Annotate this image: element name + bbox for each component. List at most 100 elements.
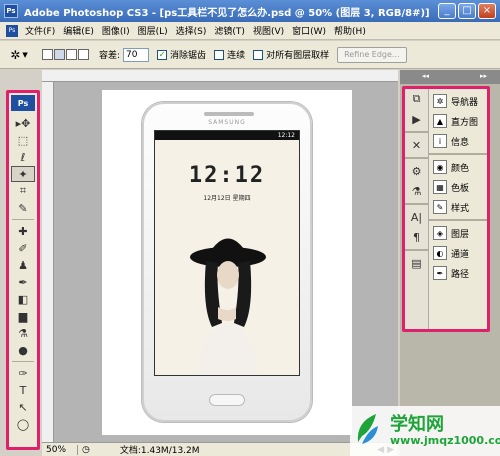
sample-all-layers-checkbox[interactable]: 对所有图层取样 bbox=[253, 48, 329, 61]
phone-brand-text: SAMSUNG bbox=[208, 119, 246, 126]
menu-help[interactable]: 帮助(H) bbox=[330, 24, 370, 37]
panel-group-navigator: ✲ 导航器 ▲ 直方图 i 信息 bbox=[429, 89, 487, 155]
tool-presets-panel-icon[interactable]: ✕ bbox=[405, 135, 428, 155]
panel-icon-strip: ⧉ ▶ ✕ ⚙ ⚗ A| ¶ ▤ bbox=[405, 89, 429, 329]
menu-edit[interactable]: 编辑(E) bbox=[59, 24, 98, 37]
menu-layer[interactable]: 图层(L) bbox=[134, 24, 172, 37]
path-selection-tool-icon[interactable]: ↖ bbox=[11, 399, 35, 415]
woman-in-hat-photo bbox=[190, 238, 266, 375]
navigator-panel-tab[interactable]: ✲ 导航器 bbox=[429, 91, 487, 111]
type-tool-icon[interactable]: T bbox=[11, 382, 35, 398]
sample-all-layers-label: 对所有图层取样 bbox=[266, 51, 330, 61]
panel-dock-header[interactable]: ◂◂ ▸▸ bbox=[400, 70, 500, 84]
menu-view[interactable]: 视图(V) bbox=[249, 24, 288, 37]
eraser-tool-icon[interactable]: ◧ bbox=[11, 291, 35, 307]
intersect-selection-button[interactable] bbox=[78, 49, 89, 60]
dodge-tool-icon[interactable]: ● bbox=[11, 342, 35, 358]
layers-icon: ◈ bbox=[433, 226, 447, 240]
zoom-level[interactable]: 50% bbox=[42, 444, 78, 455]
histogram-panel-tab[interactable]: ▲ 直方图 bbox=[429, 111, 487, 131]
color-panel-tab[interactable]: ◉ 颜色 bbox=[429, 157, 487, 177]
history-brush-tool-icon[interactable]: ✒ bbox=[11, 274, 35, 290]
photoshop-logo[interactable]: Ps bbox=[11, 95, 35, 111]
panel-group-layers: ◈ 图层 ◐ 通道 ✒ 路径 bbox=[429, 221, 487, 285]
character-panel-icon[interactable]: A| bbox=[405, 207, 428, 227]
dock-divider bbox=[405, 157, 428, 159]
brushes-panel-icon[interactable]: ⚙ bbox=[405, 161, 428, 181]
lasso-tool-icon[interactable]: ℓ bbox=[11, 149, 35, 165]
blur-tool-icon[interactable]: ⚗ bbox=[11, 325, 35, 341]
magic-wand-tool-preset[interactable]: ✲ ▼ bbox=[6, 45, 32, 65]
lockscreen-clock: 12:12 bbox=[188, 163, 266, 188]
magic-wand-tool-icon[interactable]: ✦ bbox=[11, 166, 35, 182]
brush-tool-icon[interactable]: ✐ bbox=[11, 240, 35, 256]
paths-icon: ✒ bbox=[433, 266, 447, 280]
antialias-checkbox[interactable]: ✓ 消除锯齿 bbox=[157, 48, 206, 61]
styles-panel-tab[interactable]: ✎ 样式 bbox=[429, 197, 487, 217]
swatches-panel-tab[interactable]: ▦ 色板 bbox=[429, 177, 487, 197]
toolbox-panel: Ps ▸✥ ⬚ ℓ ✦ ⌗ ✎ ✚ ✐ ♟ ✒ ◧ ▆ ⚗ ● ✑ T ↖ ◯ bbox=[6, 90, 40, 450]
paths-panel-tab[interactable]: ✒ 路径 bbox=[429, 263, 487, 283]
checkmark-icon: ✓ bbox=[157, 49, 168, 60]
clone-stamp-tool-icon[interactable]: ♟ bbox=[11, 257, 35, 273]
marquee-tool-icon[interactable]: ⬚ bbox=[11, 132, 35, 148]
menu-filter[interactable]: 滤镜(T) bbox=[210, 24, 249, 37]
navigator-icon: ✲ bbox=[433, 94, 447, 108]
menu-image[interactable]: 图像(I) bbox=[98, 24, 134, 37]
vertical-ruler[interactable] bbox=[42, 82, 54, 442]
add-to-selection-button[interactable] bbox=[54, 49, 65, 60]
phone-screen: 12:12 12:12 12月12日 星期四 bbox=[154, 130, 300, 376]
subtract-from-selection-button[interactable] bbox=[66, 49, 77, 60]
minimize-button[interactable]: _ bbox=[438, 3, 456, 19]
phone-speaker bbox=[204, 112, 254, 116]
status-info-icon[interactable]: ◷ bbox=[82, 445, 90, 455]
contiguous-checkbox[interactable]: 连续 bbox=[214, 48, 245, 61]
refine-edge-button[interactable]: Refine Edge... bbox=[337, 46, 407, 63]
eyedropper-tool-icon[interactable]: ✎ bbox=[11, 200, 35, 216]
styles-label: 样式 bbox=[451, 203, 470, 214]
window-controls: _ □ × bbox=[438, 3, 496, 19]
channels-icon: ◐ bbox=[433, 246, 447, 260]
canvas-workspace[interactable]: SAMSUNG 12:12 12:12 12月12日 星期四 bbox=[42, 70, 398, 442]
layer-comps-panel-icon[interactable]: ▤ bbox=[405, 253, 428, 273]
new-selection-button[interactable] bbox=[42, 49, 53, 60]
phone-home-button bbox=[209, 394, 245, 406]
channels-panel-tab[interactable]: ◐ 通道 bbox=[429, 243, 487, 263]
maximize-button[interactable]: □ bbox=[458, 3, 476, 19]
document-icon[interactable]: Ps bbox=[6, 24, 18, 37]
panel-dock: ⧉ ▶ ✕ ⚙ ⚗ A| ¶ ▤ ✲ 导航器 ▲ 直方图 i 信息 ◉ 颜色 ▦… bbox=[402, 86, 490, 332]
info-label: 信息 bbox=[451, 137, 470, 148]
status-bar: 50% ◷ 文档:1.43M/13.2M ◀ ▶ bbox=[42, 442, 398, 456]
watermark-brand: 学知网 bbox=[390, 414, 444, 435]
gradient-tool-icon[interactable]: ▆ bbox=[11, 308, 35, 324]
healing-brush-tool-icon[interactable]: ✚ bbox=[11, 223, 35, 239]
collapse-arrow-icon[interactable]: ◂◂ bbox=[422, 72, 429, 80]
layers-label: 图层 bbox=[451, 229, 470, 240]
document-canvas[interactable]: SAMSUNG 12:12 12:12 12月12日 星期四 bbox=[102, 90, 352, 435]
styles-icon: ✎ bbox=[433, 200, 447, 214]
history-panel-icon[interactable]: ⧉ bbox=[405, 89, 428, 109]
title-bar: Ps Adobe Photoshop CS3 - [ps工具栏不见了怎么办.ps… bbox=[0, 0, 500, 22]
antialias-label: 消除锯齿 bbox=[170, 51, 207, 61]
expand-arrow-icon[interactable]: ▸▸ bbox=[480, 72, 487, 80]
leaf-logo-icon bbox=[357, 414, 378, 444]
move-tool-icon[interactable]: ▸✥ bbox=[11, 115, 35, 131]
swatches-label: 色板 bbox=[451, 183, 470, 194]
paragraph-panel-icon[interactable]: ¶ bbox=[405, 227, 428, 247]
close-button[interactable]: × bbox=[478, 3, 496, 19]
shape-tool-icon[interactable]: ◯ bbox=[11, 416, 35, 432]
options-bar: ✲ ▼ 容差: 70 ✓ 消除锯齿 连续 对所有图层取样 Refine Edge… bbox=[0, 41, 500, 69]
info-panel-tab[interactable]: i 信息 bbox=[429, 131, 487, 151]
crop-tool-icon[interactable]: ⌗ bbox=[11, 183, 35, 199]
tolerance-input[interactable]: 70 bbox=[123, 47, 150, 62]
actions-panel-icon[interactable]: ▶ bbox=[405, 109, 428, 129]
menu-select[interactable]: 选择(S) bbox=[172, 24, 211, 37]
layers-panel-tab[interactable]: ◈ 图层 bbox=[429, 223, 487, 243]
pen-tool-icon[interactable]: ✑ bbox=[11, 365, 35, 381]
menu-window[interactable]: 窗口(W) bbox=[288, 24, 330, 37]
horizontal-ruler[interactable] bbox=[42, 70, 398, 82]
histogram-icon: ▲ bbox=[433, 114, 447, 128]
menu-file[interactable]: 文件(F) bbox=[21, 24, 59, 37]
dock-divider bbox=[405, 249, 428, 251]
clone-source-panel-icon[interactable]: ⚗ bbox=[405, 181, 428, 201]
